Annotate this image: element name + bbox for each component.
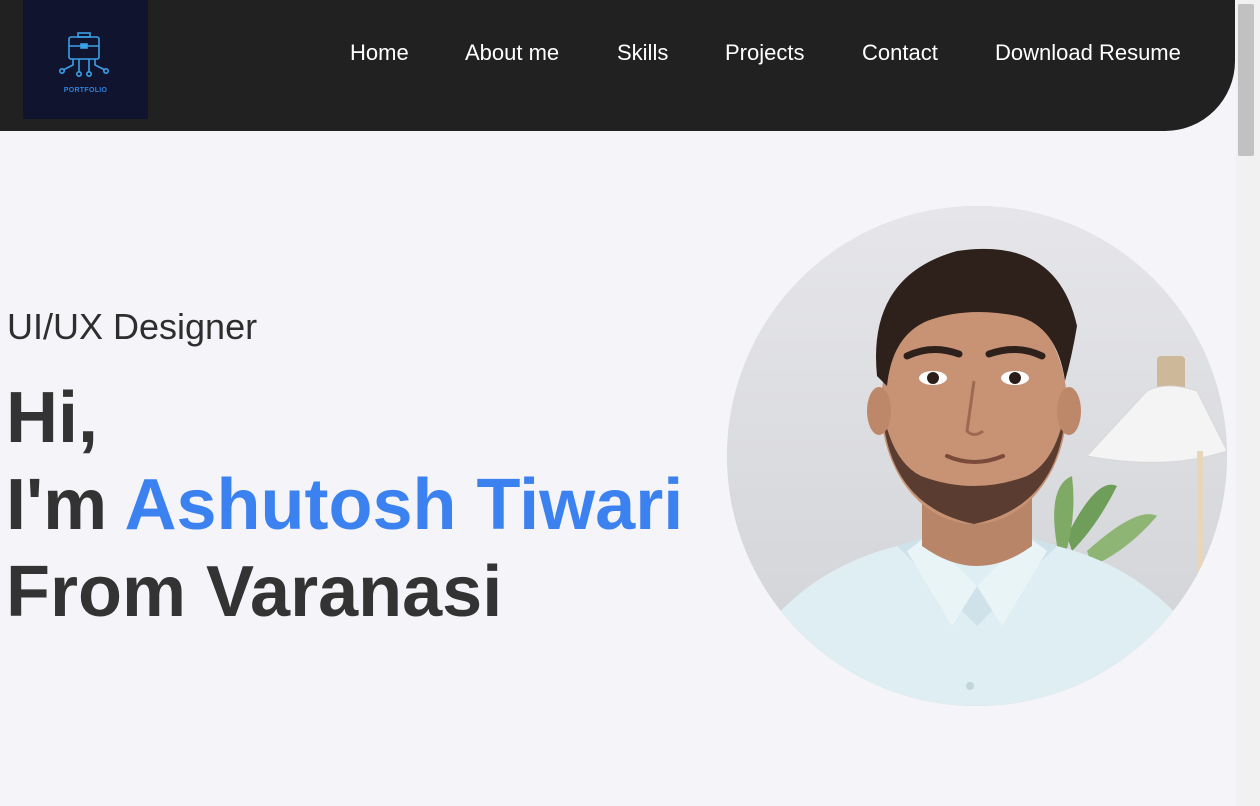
scrollbar-thumb[interactable]	[1238, 4, 1254, 156]
briefcase-circuit-icon	[59, 32, 109, 77]
intro-prefix: I'm	[6, 465, 125, 545]
nav-contact[interactable]: Contact	[862, 40, 938, 66]
portfolio-logo[interactable]: PORTFOLIO	[23, 0, 148, 119]
role-title: UI/UX Designer	[7, 306, 258, 347]
page: PORTFOLIO Home About me Skills Projects …	[0, 0, 1260, 806]
location-line: From Varanasi	[6, 552, 503, 632]
logo-text: PORTFOLIO	[63, 87, 108, 94]
profile-portrait	[727, 206, 1227, 706]
navbar: PORTFOLIO Home About me Skills Projects …	[0, 0, 1235, 131]
hero-name: Ashutosh Tiwari	[124, 465, 684, 545]
greeting: Hi,	[6, 378, 99, 458]
nav-about-me[interactable]: About me	[465, 40, 559, 66]
nav-projects[interactable]: Projects	[725, 40, 804, 66]
hero-headline: Hi, I'm Ashutosh Tiwari From Varanasi	[6, 375, 683, 636]
profile-photo	[727, 206, 1227, 706]
nav-skills[interactable]: Skills	[617, 40, 668, 66]
nav-download-resume[interactable]: Download Resume	[995, 40, 1181, 66]
nav-home[interactable]: Home	[350, 40, 409, 66]
